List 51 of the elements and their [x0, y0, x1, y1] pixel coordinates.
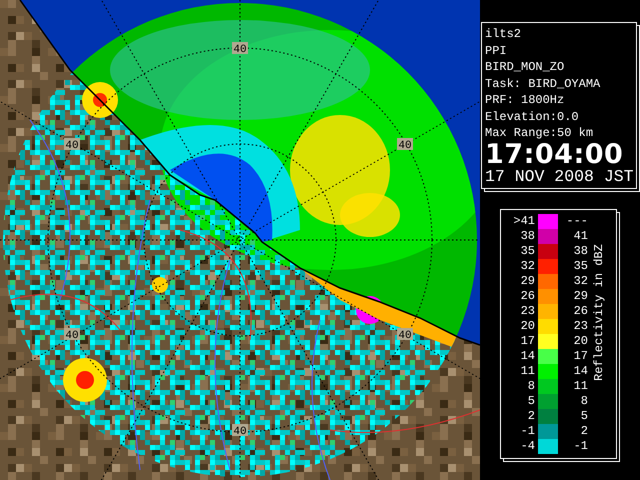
range-label: 40 — [232, 424, 248, 438]
legend-high-label: 11 — [572, 379, 589, 393]
storm-cell — [82, 82, 118, 118]
info-line: PRF: 1800Hz — [485, 92, 566, 108]
info-line: Max Range:50 km — [485, 125, 594, 142]
legend-high-label: 14 — [572, 364, 589, 378]
legend-low-label: 32 — [520, 259, 536, 273]
legend-high-label: 8 — [580, 394, 589, 408]
range-label: 40 — [397, 328, 413, 342]
info-line: PPI — [485, 42, 508, 59]
legend-low-label: 35 — [520, 244, 536, 258]
legend-high-label: 29 — [572, 289, 589, 303]
legend-low-label: 14 — [520, 349, 536, 363]
legend-high-label: 38 — [572, 244, 589, 258]
range-label: 40 — [64, 138, 80, 152]
legend-high-label: 2 — [580, 424, 589, 438]
legend-high-label: 32 — [572, 274, 589, 288]
info-line: Task: BIRD_OYAMA — [485, 76, 602, 92]
info-line: Elevation:0.0 — [485, 108, 580, 125]
legend-low-label: 20 — [520, 319, 536, 333]
storm-cell — [63, 358, 107, 402]
legend-high-label: 23 — [572, 319, 589, 333]
legend-low-label: 26 — [520, 289, 536, 303]
legend-low-label: -4 — [520, 439, 536, 453]
time-text: 17:04:00 — [485, 142, 624, 166]
legend-low-label: 11 — [520, 364, 536, 378]
legend-high-label: 17 — [572, 349, 589, 363]
legend-low-label: 2 — [526, 409, 536, 423]
storm-cell — [152, 277, 168, 293]
legend-low-label: -1 — [520, 424, 536, 438]
range-label: 40 — [64, 328, 80, 342]
info-line: ilts2 — [485, 26, 522, 42]
range-label: 40 — [232, 42, 248, 56]
legend-high-label: 26 — [572, 304, 589, 318]
legend-low-label: 23 — [520, 304, 536, 318]
legend-high-label: 20 — [572, 334, 589, 348]
date-text: 17 NOV 2008 JST — [485, 166, 634, 186]
legend-high-label: -1 — [572, 439, 589, 453]
legend-high-label: 35 — [572, 259, 589, 273]
info-line: BIRD_MON_ZO — [485, 59, 566, 76]
legend-title: Reflectivity in dBZ — [592, 243, 606, 383]
legend-high-label: 41 — [572, 229, 589, 243]
legend-low-label: 38 — [520, 229, 536, 243]
legend-low-label: 29 — [520, 274, 536, 288]
legend-low-label: 8 — [526, 379, 536, 393]
legend-high-label: 5 — [580, 409, 589, 423]
legend-low-label: 5 — [526, 394, 536, 408]
range-label: 40 — [397, 138, 413, 152]
legend-low-label: 17 — [520, 334, 536, 348]
legend-low-label: >41 — [512, 214, 536, 228]
legend-high-label: --- — [565, 214, 589, 228]
